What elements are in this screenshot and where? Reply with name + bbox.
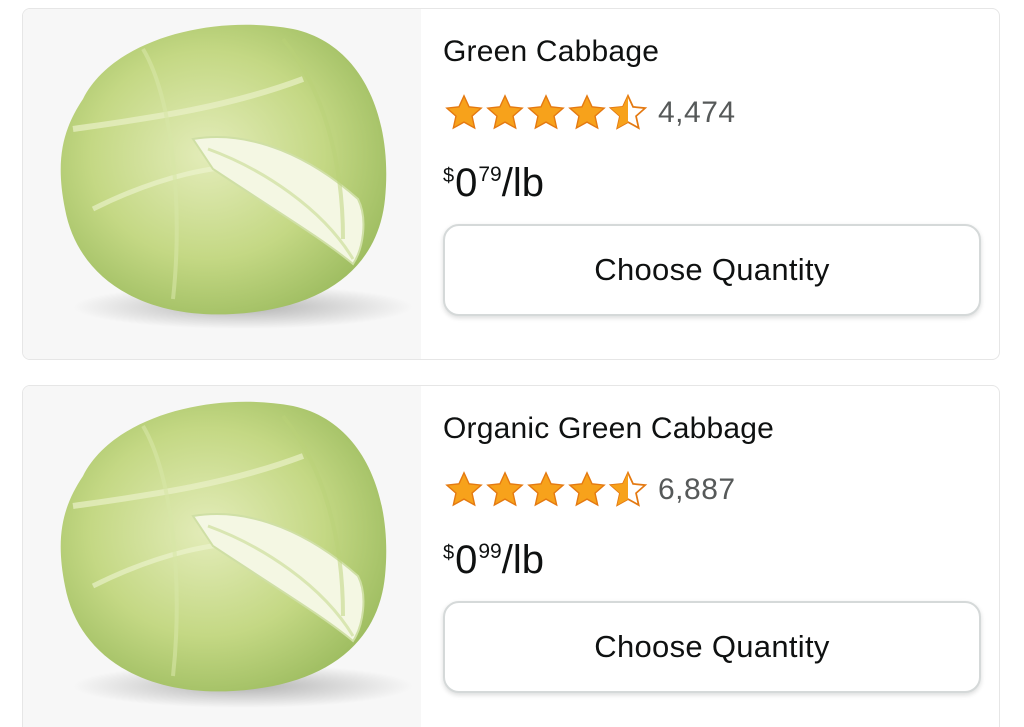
product-image[interactable] <box>23 386 421 727</box>
star-full-icon <box>486 471 524 507</box>
star-half-icon <box>608 470 648 507</box>
rating-count[interactable]: 6,887 <box>658 473 736 507</box>
product-image[interactable] <box>23 9 421 359</box>
star-full-icon <box>445 94 483 130</box>
price-whole: 0 <box>455 538 478 582</box>
star-full-icon <box>527 471 565 507</box>
price-symbol: $ <box>443 542 455 564</box>
star-full-icon <box>527 94 565 130</box>
price-symbol: $ <box>443 165 455 187</box>
rating-row[interactable]: 6,887 <box>443 468 736 512</box>
cabbage-image <box>60 24 413 329</box>
price-unit: /lb <box>501 161 544 205</box>
product-card[interactable]: Green Cabbage 4,474 $ 0 79 /lb Choose Qu… <box>22 8 1000 360</box>
product-card[interactable]: Organic Green Cabbage 6,887 $ 0 99 /lb C… <box>22 385 1000 727</box>
star-half-icon <box>608 93 648 130</box>
star-full-icon <box>486 94 524 130</box>
rating-row[interactable]: 4,474 <box>443 91 736 135</box>
choose-quantity-button[interactable]: Choose Quantity <box>443 224 981 316</box>
cabbage-image <box>60 401 413 708</box>
price-fraction: 99 <box>478 540 502 563</box>
price-unit: /lb <box>501 538 544 582</box>
star-full-icon <box>445 471 483 507</box>
product-title[interactable]: Green Cabbage <box>443 35 659 69</box>
star-full-icon <box>568 471 606 507</box>
star-full-icon <box>568 94 606 130</box>
product-list: Green Cabbage 4,474 $ 0 79 /lb Choose Qu… <box>0 0 1024 727</box>
star-rating[interactable] <box>443 469 648 511</box>
choose-quantity-button[interactable]: Choose Quantity <box>443 601 981 693</box>
product-price: $ 0 79 /lb <box>443 159 544 207</box>
star-rating[interactable] <box>443 92 648 134</box>
price-whole: 0 <box>455 161 478 205</box>
product-price: $ 0 99 /lb <box>443 536 544 584</box>
product-title[interactable]: Organic Green Cabbage <box>443 412 774 446</box>
rating-count[interactable]: 4,474 <box>658 96 736 130</box>
price-fraction: 79 <box>478 163 502 186</box>
